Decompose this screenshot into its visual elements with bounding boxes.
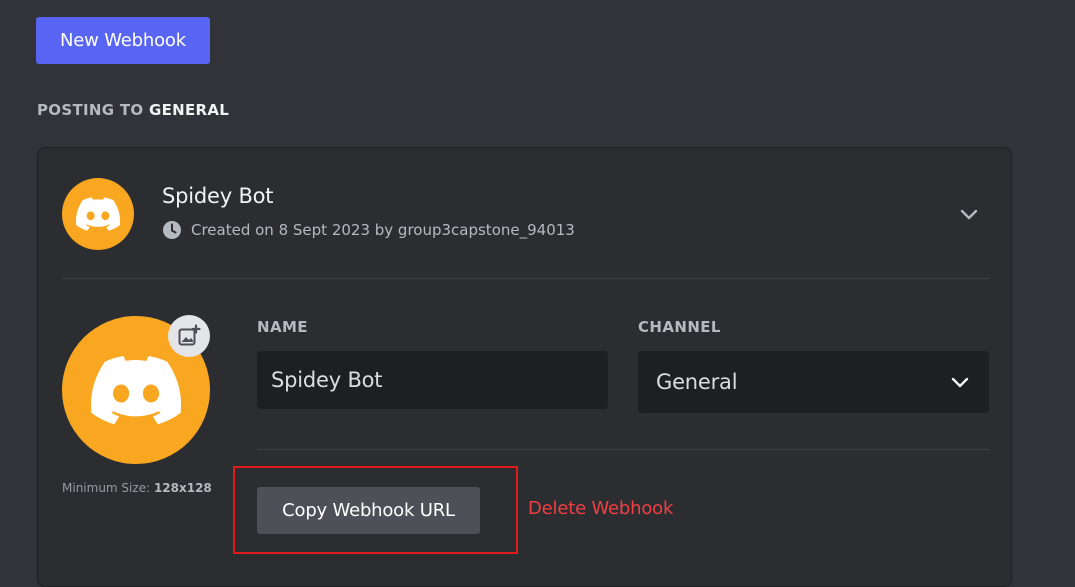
upload-image-button[interactable] xyxy=(168,315,210,357)
min-size-value: 128x128 xyxy=(153,481,212,495)
copy-webhook-url-button[interactable]: Copy Webhook URL xyxy=(257,487,480,534)
posting-to-prefix: POSTING TO xyxy=(37,101,144,119)
posting-to-channel: GENERAL xyxy=(148,101,230,119)
card-divider xyxy=(62,278,989,279)
webhook-name-title: Spidey Bot xyxy=(162,184,274,208)
clock-icon xyxy=(163,221,181,239)
min-size-label: Minimum Size: xyxy=(62,481,151,495)
discord-logo-icon xyxy=(76,197,120,231)
channel-select[interactable]: General xyxy=(638,351,989,413)
new-webhook-button[interactable]: New Webhook xyxy=(36,17,210,64)
discord-logo-icon xyxy=(91,356,181,424)
webhook-name-input[interactable] xyxy=(257,351,608,409)
section-divider xyxy=(257,449,989,450)
name-field-label: NAME xyxy=(257,318,308,336)
created-text: Created on 8 Sept 2023 by group3capstone… xyxy=(191,221,575,239)
image-add-icon xyxy=(178,324,201,346)
webhook-created-info: Created on 8 Sept 2023 by group3capstone… xyxy=(162,220,575,240)
webhook-card: Spidey Bot Created on 8 Sept 2023 by gro… xyxy=(37,147,1012,587)
channel-field-label: CHANNEL xyxy=(638,318,721,336)
channel-select-value: General xyxy=(656,370,738,394)
posting-to-heading: POSTING TO GENERAL xyxy=(37,101,229,119)
webhook-header-avatar xyxy=(62,178,134,250)
chevron-down-icon[interactable] xyxy=(958,203,980,225)
delete-webhook-button[interactable]: Delete Webhook xyxy=(528,498,673,519)
avatar-min-size-hint: Minimum Size: 128x128 xyxy=(62,481,212,495)
chevron-down-icon xyxy=(951,377,969,388)
